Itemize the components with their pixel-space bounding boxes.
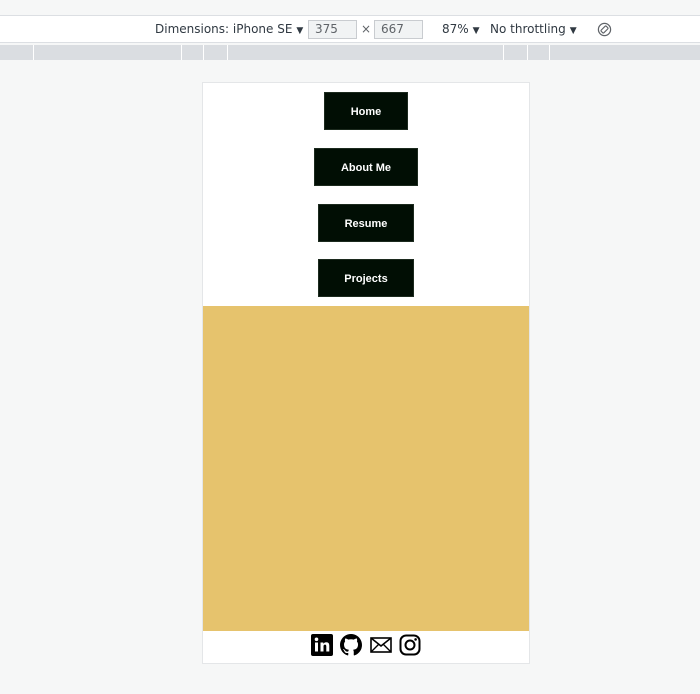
media-query-tick xyxy=(527,45,528,60)
projects-button[interactable]: Projects xyxy=(318,259,414,297)
home-button[interactable]: Home xyxy=(324,92,408,130)
zoom-label: 87% xyxy=(442,22,469,36)
dimensions-label: Dimensions: iPhone SE xyxy=(155,22,293,36)
media-query-tick xyxy=(227,45,228,60)
chevron-down-icon: ▼ xyxy=(569,26,577,36)
github-icon[interactable] xyxy=(340,634,362,656)
throttling-dropdown[interactable]: No throttling ▼ xyxy=(490,16,577,42)
height-input[interactable]: 667 xyxy=(374,20,423,39)
chevron-down-icon: ▼ xyxy=(472,26,480,36)
media-query-bar[interactable] xyxy=(0,45,700,60)
linkedin-icon[interactable] xyxy=(311,634,333,656)
nav-menu: Home About Me Resume Projects xyxy=(203,83,529,306)
media-query-tick xyxy=(549,45,550,60)
social-footer xyxy=(203,631,529,663)
device-toolbar: Dimensions: iPhone SE ▼ 375 × 667 87% ▼ No… xyxy=(0,15,700,43)
email-icon[interactable] xyxy=(370,634,392,656)
media-query-tick xyxy=(203,45,204,60)
dimensions-dropdown[interactable]: Dimensions: iPhone SE ▼ xyxy=(155,16,303,42)
width-input[interactable]: 375 xyxy=(308,20,357,39)
hero-section xyxy=(203,306,529,631)
media-query-tick xyxy=(33,45,34,60)
device-viewport: Home About Me Resume Projects xyxy=(202,82,530,664)
times-symbol: × xyxy=(361,22,372,36)
about-me-button[interactable]: About Me xyxy=(314,148,418,186)
resume-button[interactable]: Resume xyxy=(318,204,414,242)
instagram-icon[interactable] xyxy=(399,634,421,656)
throttling-label: No throttling xyxy=(490,22,566,36)
media-query-tick xyxy=(181,45,182,60)
media-query-tick xyxy=(503,45,504,60)
chevron-down-icon: ▼ xyxy=(296,26,304,36)
rotate-icon[interactable] xyxy=(597,22,612,37)
zoom-dropdown[interactable]: 87% ▼ xyxy=(442,16,480,42)
